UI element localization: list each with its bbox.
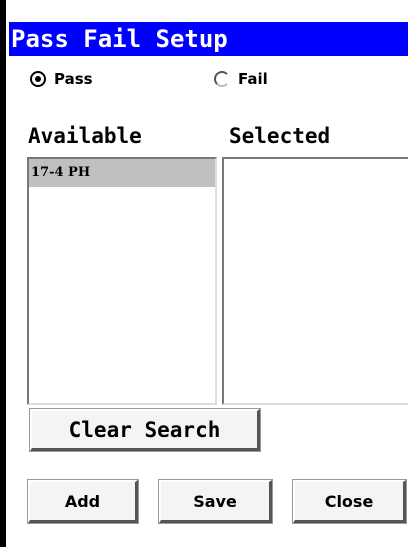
radio-selected-icon	[30, 71, 46, 87]
title-bar: Pass Fail Setup	[9, 22, 408, 56]
add-button[interactable]: Add	[27, 479, 139, 524]
selected-list[interactable]	[222, 157, 408, 405]
fail-radio[interactable]: Fail	[214, 66, 268, 92]
radio-dot-icon	[35, 76, 41, 82]
clear-search-button[interactable]: Clear Search	[29, 408, 261, 452]
close-button[interactable]: Close	[292, 479, 407, 524]
available-list[interactable]: 17-4 PH	[27, 157, 217, 405]
pass-radio[interactable]: Pass	[30, 66, 93, 92]
save-button[interactable]: Save	[158, 479, 273, 524]
available-label: Available	[28, 124, 142, 148]
radio-unselected-icon	[214, 71, 230, 87]
window-title: Pass Fail Setup	[11, 25, 228, 53]
list-item[interactable]: 17-4 PH	[29, 159, 215, 187]
pass-radio-label: Pass	[54, 70, 93, 88]
selected-label: Selected	[229, 124, 331, 148]
fail-radio-label: Fail	[238, 70, 268, 88]
